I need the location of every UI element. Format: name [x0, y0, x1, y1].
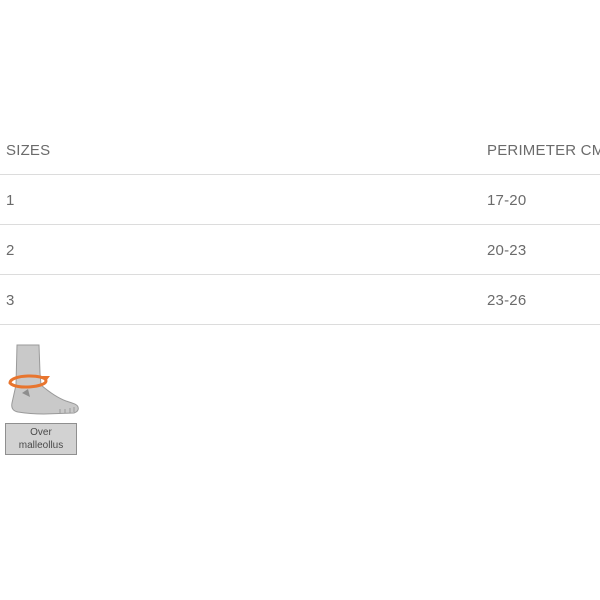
perimeter-cell: 20-23 — [487, 242, 527, 259]
size-cell: 2 — [6, 242, 15, 259]
header-sizes: SIZES — [6, 142, 51, 159]
size-chart-table: SIZES PERIMETER CM 1 17-20 2 20-23 3 23-… — [0, 125, 600, 325]
measurement-guide: Over malleollus — [4, 343, 80, 459]
table-header-row: SIZES PERIMETER CM — [0, 125, 600, 175]
measure-caption-box: Over malleollus — [5, 423, 77, 455]
ankle-measurement-icon — [8, 344, 79, 415]
table-row: 2 20-23 — [0, 225, 600, 275]
size-cell: 3 — [6, 292, 15, 309]
caption-line-1: Over — [30, 427, 52, 438]
header-perimeter: PERIMETER CM — [487, 142, 600, 159]
perimeter-cell: 23-26 — [487, 292, 527, 309]
perimeter-cell: 17-20 — [487, 192, 527, 209]
table-row: 1 17-20 — [0, 175, 600, 225]
size-cell: 1 — [6, 192, 15, 209]
table-row: 3 23-26 — [0, 275, 600, 325]
caption-line-2: malleollus — [18, 440, 64, 451]
